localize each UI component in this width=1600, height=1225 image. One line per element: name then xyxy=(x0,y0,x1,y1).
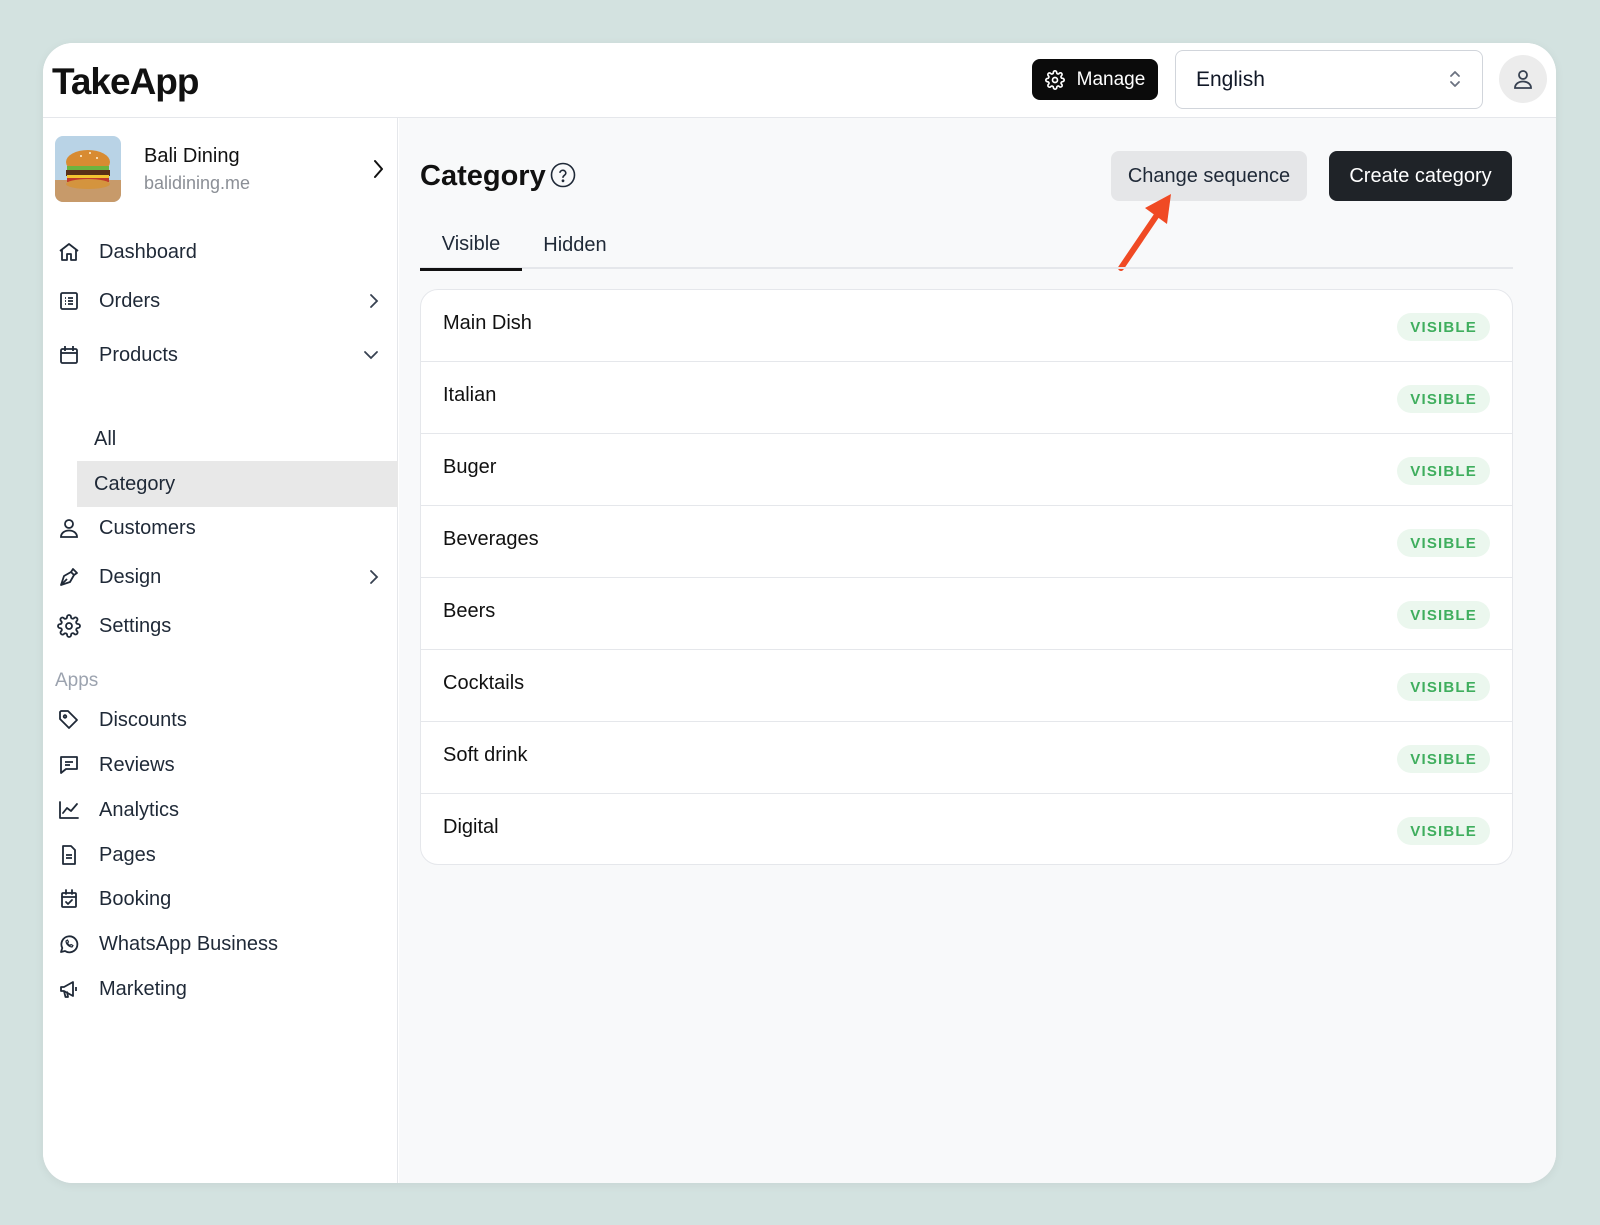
sidebar: Bali Dining balidining.me Dashboard Orde… xyxy=(43,118,398,1183)
gear-icon xyxy=(57,614,81,638)
tab-visible[interactable]: Visible xyxy=(420,221,522,271)
sidebar-subitem-all[interactable]: All xyxy=(77,416,398,462)
sidebar-item-label: Design xyxy=(99,565,162,588)
orders-icon xyxy=(60,292,78,310)
sidebar-item-booking[interactable]: Booking xyxy=(43,877,398,921)
app-window: TakeApp Manage English Bali Dining balid… xyxy=(43,43,1556,1183)
create-category-button[interactable]: Create category xyxy=(1329,151,1512,201)
status-badge: VISIBLE xyxy=(1397,745,1490,773)
sidebar-item-label: Analytics xyxy=(99,798,180,821)
sidebar-item-customers[interactable]: Customers xyxy=(43,506,398,550)
category-name: Soft drink xyxy=(443,744,528,766)
list-item[interactable]: Italian VISIBLE xyxy=(421,362,1512,434)
sidebar-item-label: Products xyxy=(99,343,178,366)
category-name: Main Dish xyxy=(443,312,532,334)
page-title: Category xyxy=(420,160,546,192)
chevron-right-icon xyxy=(370,294,379,308)
status-badge: VISIBLE xyxy=(1397,385,1490,413)
status-badge: VISIBLE xyxy=(1397,529,1490,557)
sidebar-item-settings[interactable]: Settings xyxy=(43,604,398,648)
home-icon xyxy=(59,243,79,261)
sidebar-item-label: Booking xyxy=(99,887,172,910)
help-icon[interactable] xyxy=(550,162,576,188)
sidebar-item-design[interactable]: Design xyxy=(43,555,398,599)
chat-icon xyxy=(60,756,78,774)
calendar-icon xyxy=(61,889,77,908)
user-icon xyxy=(60,519,78,538)
tag-icon xyxy=(59,710,78,729)
category-tabs: Visible Hidden xyxy=(420,221,1513,271)
gear-icon xyxy=(1044,69,1065,90)
chevron-up-down-icon xyxy=(1450,71,1460,87)
store-logo xyxy=(55,136,121,202)
chart-icon xyxy=(59,801,79,819)
file-icon xyxy=(62,845,76,865)
apps-section-label: Apps xyxy=(55,670,99,691)
sidebar-subitem-label: All xyxy=(94,427,117,450)
sidebar-item-label: WhatsApp Business xyxy=(99,932,278,955)
status-badge: VISIBLE xyxy=(1397,313,1490,341)
status-badge: VISIBLE xyxy=(1397,673,1490,701)
sidebar-item-dashboard[interactable]: Dashboard xyxy=(43,230,398,274)
sidebar-item-label: Dashboard xyxy=(99,240,197,263)
category-name: Cocktails xyxy=(443,672,525,694)
store-url: balidining.me xyxy=(144,173,251,193)
list-item[interactable]: Beverages VISIBLE xyxy=(421,506,1512,578)
sidebar-item-label: Customers xyxy=(99,516,196,539)
category-name: Buger xyxy=(443,456,497,478)
category-name: Beverages xyxy=(443,528,539,550)
manage-button[interactable]: Manage xyxy=(1032,59,1158,100)
language-value: English xyxy=(1196,67,1265,91)
sidebar-item-reviews[interactable]: Reviews xyxy=(43,743,398,787)
sidebar-item-discounts[interactable]: Discounts xyxy=(43,698,398,742)
sidebar-item-marketing[interactable]: Marketing xyxy=(43,967,398,1011)
megaphone-icon xyxy=(60,981,77,998)
language-select[interactable]: English xyxy=(1175,50,1483,109)
sidebar-item-label: Pages xyxy=(99,843,156,866)
whatsapp-icon xyxy=(60,935,79,954)
status-badge: VISIBLE xyxy=(1397,817,1490,845)
pen-icon xyxy=(60,568,78,586)
list-item[interactable]: Cocktails VISIBLE xyxy=(421,650,1512,722)
sidebar-item-label: Marketing xyxy=(99,977,187,1000)
list-item[interactable]: Main Dish VISIBLE xyxy=(421,290,1512,362)
sidebar-item-label: Settings xyxy=(99,614,172,637)
sidebar-item-pages[interactable]: Pages xyxy=(43,833,398,877)
sidebar-subitem-label: Category xyxy=(94,472,176,495)
account-button[interactable] xyxy=(1499,55,1547,103)
chevron-down-icon xyxy=(364,351,378,360)
status-badge: VISIBLE xyxy=(1397,601,1490,629)
category-name: Italian xyxy=(443,384,497,406)
sidebar-item-products[interactable]: Products xyxy=(43,333,398,377)
store-switcher[interactable]: Bali Dining balidining.me xyxy=(55,136,385,202)
manage-label: Manage xyxy=(1076,68,1146,90)
category-name: Beers xyxy=(443,600,496,622)
top-bar: TakeApp Manage English xyxy=(43,43,1556,118)
store-name: Bali Dining xyxy=(144,145,240,167)
box-icon xyxy=(60,346,78,364)
sidebar-item-orders[interactable]: Orders xyxy=(43,279,398,323)
status-badge: VISIBLE xyxy=(1397,457,1490,485)
list-item[interactable]: Soft drink VISIBLE xyxy=(421,722,1512,794)
sidebar-item-label: Discounts xyxy=(99,708,187,731)
list-item[interactable]: Buger VISIBLE xyxy=(421,434,1512,506)
list-item[interactable]: Digital VISIBLE xyxy=(421,794,1512,864)
chevron-right-icon xyxy=(370,570,379,584)
sidebar-item-label: Reviews xyxy=(99,753,175,776)
category-name: Digital xyxy=(443,816,499,838)
category-list: Main Dish VISIBLE Italian VISIBLE Buger … xyxy=(420,289,1513,865)
tab-hidden[interactable]: Hidden xyxy=(522,221,628,269)
user-icon xyxy=(1514,70,1532,89)
chevron-right-icon xyxy=(374,160,383,178)
sidebar-subitem-category[interactable]: Category xyxy=(77,461,398,507)
app-logo[interactable]: TakeApp xyxy=(52,61,200,103)
sidebar-item-analytics[interactable]: Analytics xyxy=(43,788,398,832)
list-item[interactable]: Beers VISIBLE xyxy=(421,578,1512,650)
main-content: Category Change sequence Create category… xyxy=(399,118,1556,1183)
sidebar-item-label: Orders xyxy=(99,289,161,312)
sidebar-item-whatsapp-business[interactable]: WhatsApp Business xyxy=(43,922,398,966)
